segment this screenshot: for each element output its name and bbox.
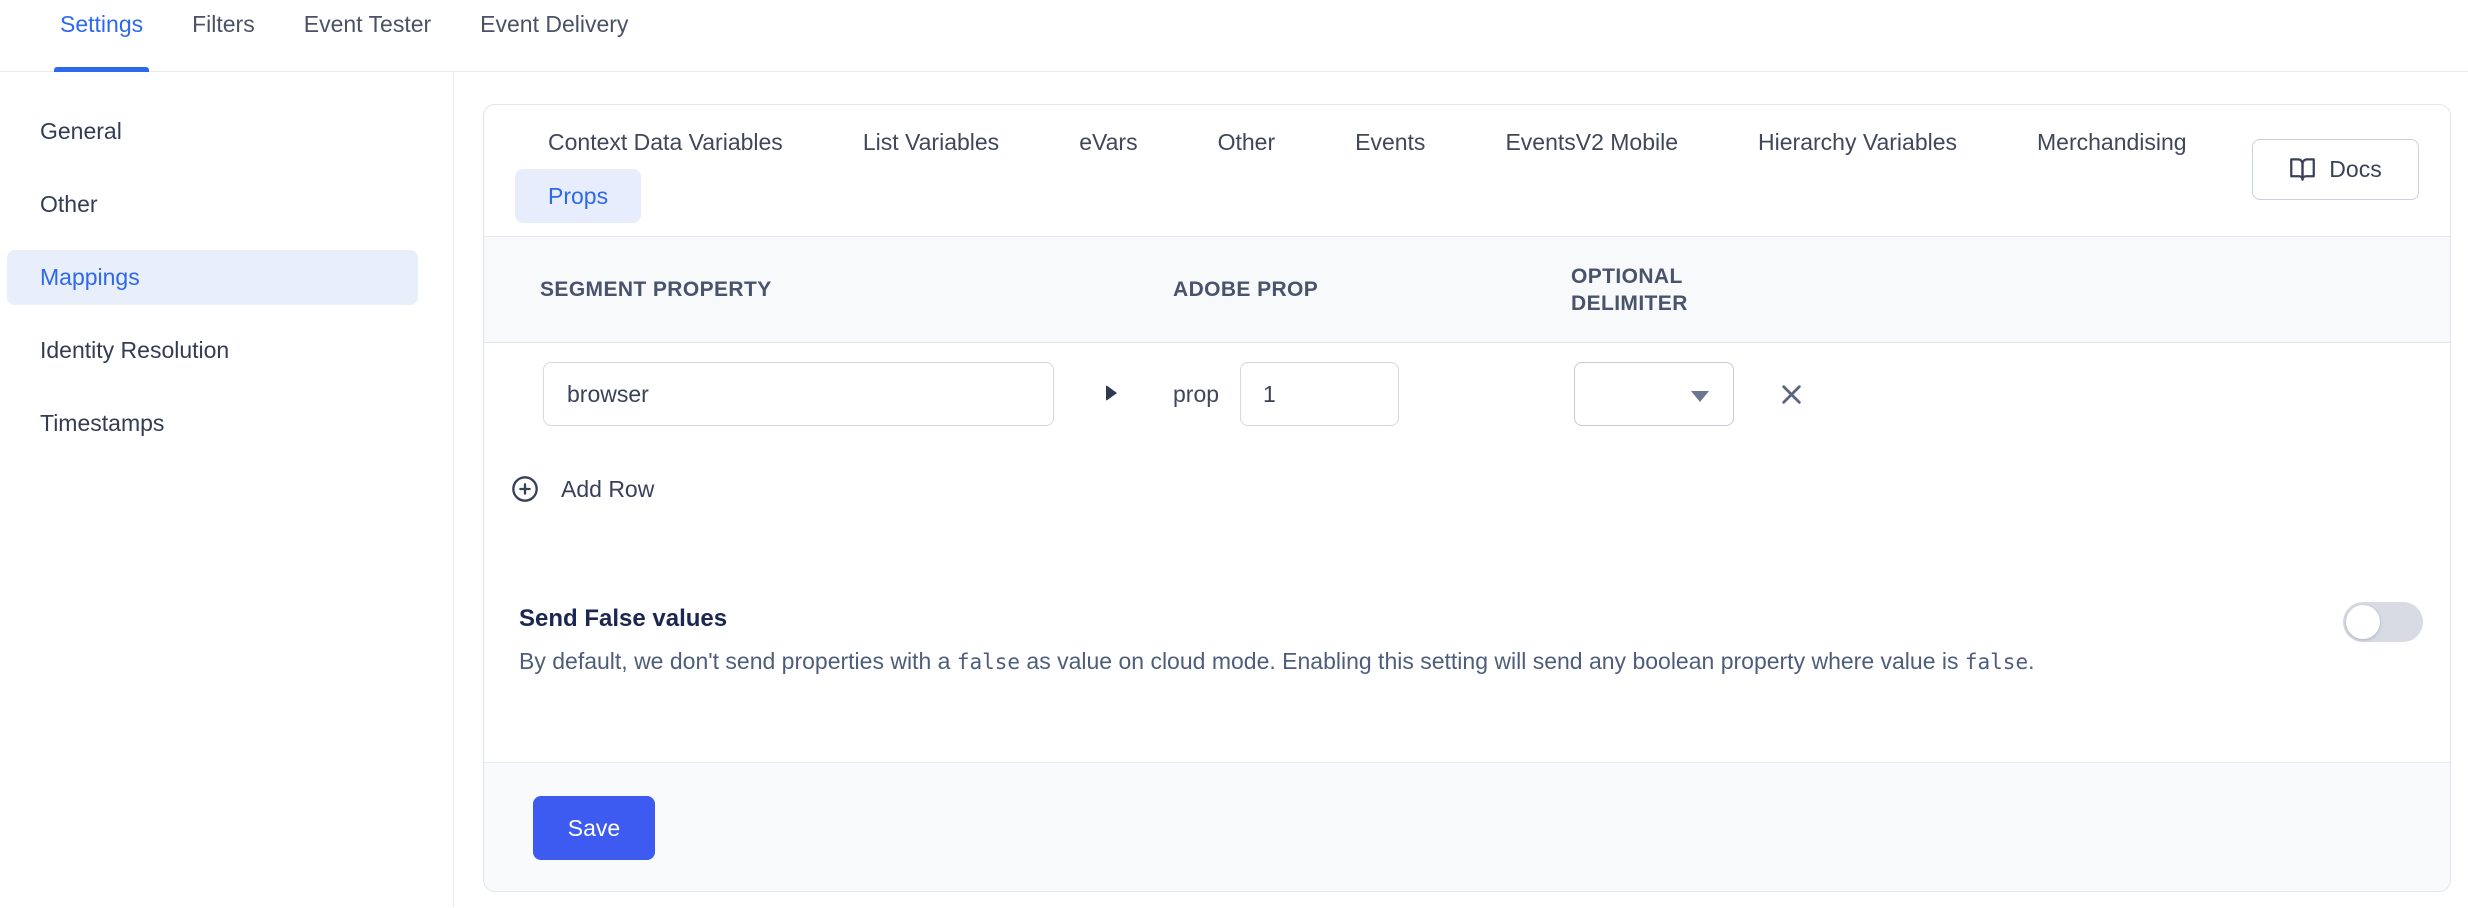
send-false-values-toggle[interactable]	[2343, 602, 2423, 642]
column-header-segment-property: SEGMENT PROPERTY	[540, 237, 772, 342]
sidebar-item-timestamps[interactable]: Timestamps	[7, 396, 418, 451]
inline-code-false: false	[957, 650, 1020, 674]
send-false-values-title: Send False values	[519, 605, 2334, 633]
sidebar-item-other[interactable]: Other	[7, 177, 418, 232]
nav-tab-filters[interactable]: Filters	[192, 0, 255, 72]
mapping-type-tabs: Context Data Variables List Variables eV…	[515, 115, 2250, 223]
chevron-down-icon	[1691, 391, 1709, 402]
optional-delimiter-select[interactable]	[1574, 362, 1734, 426]
mapping-table-row: prop	[484, 362, 2450, 426]
adobe-prop-number-input[interactable]	[1240, 362, 1399, 426]
send-false-values-section: Send False values By default, we don't s…	[519, 605, 2334, 682]
sidebar-item-identity-resolution[interactable]: Identity Resolution	[7, 323, 418, 378]
tab-props[interactable]: Props	[515, 169, 641, 223]
segment-property-input[interactable]	[543, 362, 1054, 426]
sidebar-item-mappings[interactable]: Mappings	[7, 250, 418, 305]
nav-tab-event-delivery[interactable]: Event Delivery	[480, 0, 628, 72]
maps-to-arrow-icon	[1106, 385, 1117, 401]
book-open-icon	[2289, 156, 2316, 183]
docs-button[interactable]: Docs	[2252, 139, 2419, 200]
main-content: Context Data Variables List Variables eV…	[454, 72, 2468, 907]
settings-sidebar: General Other Mappings Identity Resoluti…	[0, 72, 454, 907]
inline-code-false: false	[1965, 650, 2028, 674]
send-false-values-description: By default, we don't send properties wit…	[519, 642, 2334, 682]
nav-tab-settings[interactable]: Settings	[60, 0, 143, 72]
add-row-label: Add Row	[561, 476, 654, 503]
sidebar-item-general[interactable]: General	[7, 104, 418, 159]
tab-eventsv2-mobile[interactable]: EventsV2 Mobile	[1472, 115, 1711, 169]
tab-hierarchy-variables[interactable]: Hierarchy Variables	[1725, 115, 1990, 169]
remove-row-button[interactable]	[1778, 381, 1805, 408]
nav-tab-event-tester[interactable]: Event Tester	[304, 0, 431, 72]
docs-button-label: Docs	[2329, 156, 2381, 183]
tab-merchandising[interactable]: Merchandising	[2004, 115, 2220, 169]
tab-other[interactable]: Other	[1185, 115, 1309, 169]
adobe-prop-prefix-label: prop	[1173, 362, 1219, 426]
mappings-card: Context Data Variables List Variables eV…	[483, 104, 2451, 892]
tab-context-data-variables[interactable]: Context Data Variables	[515, 115, 816, 169]
column-header-adobe-prop: ADOBE PROP	[1173, 237, 1318, 342]
tab-events[interactable]: Events	[1322, 115, 1458, 169]
top-navigation: Settings Filters Event Tester Event Deli…	[0, 0, 2468, 72]
mapping-table-header: SEGMENT PROPERTY ADOBE PROP OPTIONAL DEL…	[484, 236, 2450, 343]
card-footer: Save	[484, 762, 2450, 891]
plus-circle-icon	[511, 475, 539, 503]
column-header-optional-delimiter: OPTIONAL DELIMITER	[1571, 237, 1721, 342]
toggle-knob	[2346, 605, 2380, 639]
add-row-button[interactable]: Add Row	[511, 475, 654, 503]
tab-evars[interactable]: eVars	[1046, 115, 1170, 169]
tab-list-variables[interactable]: List Variables	[830, 115, 1032, 169]
save-button[interactable]: Save	[533, 796, 655, 860]
